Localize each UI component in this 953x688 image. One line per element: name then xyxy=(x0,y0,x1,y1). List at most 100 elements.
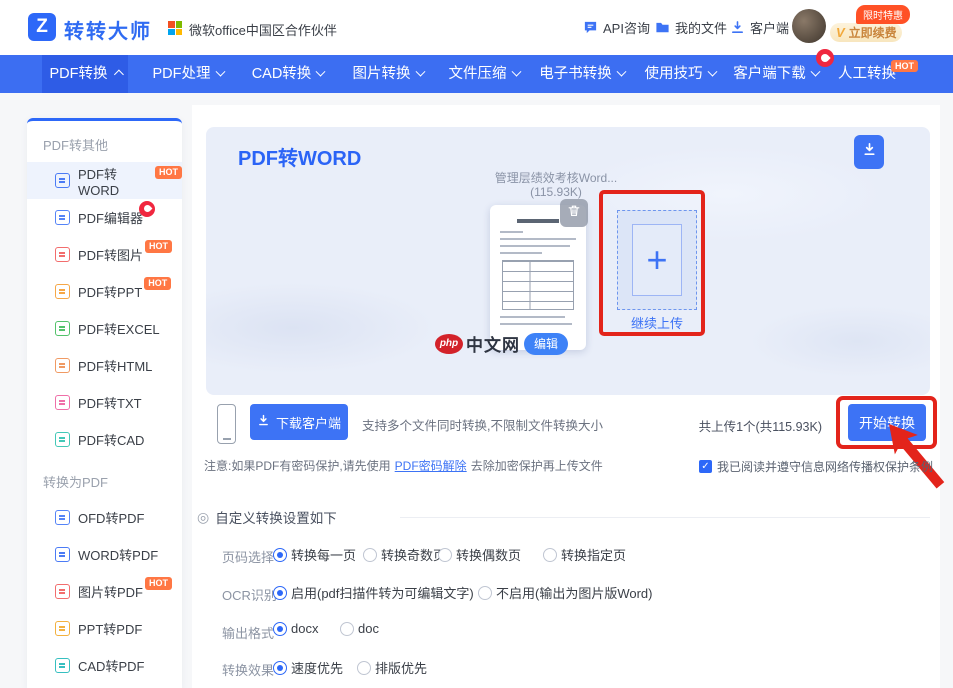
word-file-icon xyxy=(55,173,70,188)
sidebar-item-ppt-to-pdf[interactable]: PPT转PDF xyxy=(27,610,182,647)
radio-convert-odd-pages[interactable]: 转换奇数页 xyxy=(363,545,446,564)
download-icon xyxy=(257,414,270,430)
edit-button[interactable]: 编辑 xyxy=(524,333,568,355)
sidebar-item-pdf-to-txt[interactable]: PDF转TXT xyxy=(27,384,182,421)
sidebar-section-pdf-to-other: PDF转其他 xyxy=(27,121,182,162)
nav-client-download[interactable]: 客户端下载 xyxy=(728,55,824,93)
image-file-icon xyxy=(55,584,70,599)
uploaded-file-size: (115.93K) xyxy=(456,185,656,199)
txt-file-icon xyxy=(55,395,70,410)
sidebar-item-word-to-pdf[interactable]: WORD转PDF xyxy=(27,536,182,573)
radio-icon[interactable] xyxy=(438,548,452,562)
radio-icon[interactable] xyxy=(340,622,354,636)
ppt-file-icon xyxy=(55,284,70,299)
sidebar-item-pdf-to-word[interactable]: PDF转WORD HOT xyxy=(27,162,182,199)
setting-row-format: 输出格式 docx doc xyxy=(192,621,940,641)
radio-layout-first[interactable]: 排版优先 xyxy=(357,658,427,677)
radio-convert-even-pages[interactable]: 转换偶数页 xyxy=(438,545,521,564)
cad-file-icon xyxy=(55,658,70,673)
php-logo-icon: php xyxy=(435,334,463,354)
promo-badge: 限时特惠 xyxy=(856,5,910,24)
sidebar-item-pdf-to-image[interactable]: PDF转图片 HOT xyxy=(27,236,182,273)
plus-icon: + xyxy=(646,242,667,278)
main-nav: PDF转换 PDF处理 CAD转换 图片转换 文件压缩 电子书转换 使用技巧 客… xyxy=(0,55,953,93)
chevron-up-icon xyxy=(113,70,123,80)
chevron-down-icon xyxy=(415,67,425,77)
hot-badge: HOT xyxy=(155,166,182,179)
nav-cad-convert[interactable]: CAD转换 xyxy=(246,55,330,93)
start-convert-button[interactable]: 开始转换 xyxy=(848,404,926,441)
radio-icon[interactable] xyxy=(357,661,371,675)
brand-logo-icon[interactable]: Z xyxy=(28,13,56,41)
download-icon xyxy=(730,20,745,35)
sidebar-item-pdf-editor[interactable]: PDF编辑器 xyxy=(27,199,182,236)
radio-speed-first[interactable]: 速度优先 xyxy=(273,658,343,677)
radio-convert-every-page[interactable]: 转换每一页 xyxy=(273,545,356,564)
uploaded-file-name: 管理层绩效考核Word... xyxy=(456,169,656,186)
radio-format-doc[interactable]: doc xyxy=(340,621,379,636)
my-files-link[interactable]: 我的文件 xyxy=(655,18,727,37)
client-download-link[interactable]: 客户端 xyxy=(730,18,789,37)
radio-ocr-enable[interactable]: 启用(pdf扫描件转为可编辑文字) xyxy=(273,583,474,602)
excel-file-icon xyxy=(55,321,70,336)
sidebar-item-image-to-pdf[interactable]: 图片转PDF HOT xyxy=(27,573,182,610)
hot-badge: HOT xyxy=(145,240,172,253)
trash-icon xyxy=(566,203,582,224)
ppt-file-icon xyxy=(55,621,70,636)
delete-file-button[interactable] xyxy=(560,199,588,227)
radio-checked-icon[interactable] xyxy=(273,548,287,562)
brand-name[interactable]: 转转大师 xyxy=(64,15,152,44)
continue-upload-dropzone[interactable]: + xyxy=(617,210,697,310)
setting-row-effect: 转换效果 速度优先 排版优先 xyxy=(192,658,940,678)
sidebar-item-pdf-to-ppt[interactable]: PDF转PPT HOT xyxy=(27,273,182,310)
api-consult-link[interactable]: API咨询 xyxy=(583,18,650,37)
nav-pdf-process[interactable]: PDF处理 xyxy=(146,55,230,93)
continue-upload-label[interactable]: 继续上传 xyxy=(607,313,707,332)
sidebar-item-pdf-to-html[interactable]: PDF转HTML xyxy=(27,347,182,384)
pdf-password-remove-link[interactable]: PDF密码解除 xyxy=(395,459,467,473)
sidebar-item-pdf-to-cad[interactable]: PDF转CAD xyxy=(27,421,182,458)
gear-icon: ◎ xyxy=(197,509,209,526)
upload-inner-frame: + xyxy=(632,224,682,296)
editor-icon xyxy=(55,210,70,225)
radio-checked-icon[interactable] xyxy=(273,622,287,636)
radio-format-docx[interactable]: docx xyxy=(273,621,318,636)
html-file-icon xyxy=(55,358,70,373)
hot-badge: HOT xyxy=(144,277,171,290)
sidebar-item-ofd-to-pdf[interactable]: OFD转PDF xyxy=(27,499,182,536)
ofd-file-icon xyxy=(55,510,70,525)
radio-icon[interactable] xyxy=(478,586,492,600)
php-watermark: php 中文网 编辑 xyxy=(435,331,568,356)
renew-button[interactable]: V 立即续费 xyxy=(830,23,902,42)
page: Z 转转大师 微软office中国区合作伙伴 API咨询 我的文件 客户端 V … xyxy=(0,0,953,688)
radio-icon[interactable] xyxy=(543,548,557,562)
agreement-checkbox[interactable]: ✓ xyxy=(699,460,712,473)
page-title: PDF转WORD xyxy=(238,142,361,171)
user-avatar[interactable] xyxy=(792,9,826,43)
chevron-down-icon xyxy=(707,67,717,77)
nav-image-convert[interactable]: 图片转换 xyxy=(344,55,432,93)
nav-manual-convert[interactable]: 人工转换 HOT xyxy=(832,55,902,93)
radio-checked-icon[interactable] xyxy=(273,586,287,600)
cad-file-icon xyxy=(55,432,70,447)
nav-pdf-convert[interactable]: PDF转换 xyxy=(42,55,128,93)
nav-file-compress[interactable]: 文件压缩 xyxy=(440,55,528,93)
support-note: 支持多个文件同时转换,不限制文件转换大小 xyxy=(362,415,603,434)
folder-icon xyxy=(655,20,670,35)
radio-ocr-disable[interactable]: 不启用(输出为图片版Word) xyxy=(478,583,652,602)
sidebar-section-to-pdf: 转换为PDF xyxy=(27,458,182,499)
download-client-button[interactable]: 下载客户端 xyxy=(250,404,348,440)
agreement-row: ✓ 我已阅读并遵守信息网络传播权保护条例 xyxy=(699,458,933,475)
radio-icon[interactable] xyxy=(363,548,377,562)
download-square-button[interactable] xyxy=(854,135,884,169)
radio-checked-icon[interactable] xyxy=(273,661,287,675)
vip-icon: V xyxy=(836,25,845,40)
nav-ebook-convert[interactable]: 电子书转换 xyxy=(532,55,632,93)
radio-convert-custom-pages[interactable]: 转换指定页 xyxy=(543,545,626,564)
nav-tips[interactable]: 使用技巧 xyxy=(638,55,722,93)
sidebar: PDF转其他 PDF转WORD HOT PDF编辑器 PDF转图片 HOT PD… xyxy=(27,118,182,688)
sidebar-item-cad-to-pdf[interactable]: CAD转PDF xyxy=(27,647,182,684)
sidebar-item-pdf-to-excel[interactable]: PDF转EXCEL xyxy=(27,310,182,347)
upload-count: 共上传1个(共115.93K) xyxy=(676,416,822,435)
divider xyxy=(400,517,930,518)
